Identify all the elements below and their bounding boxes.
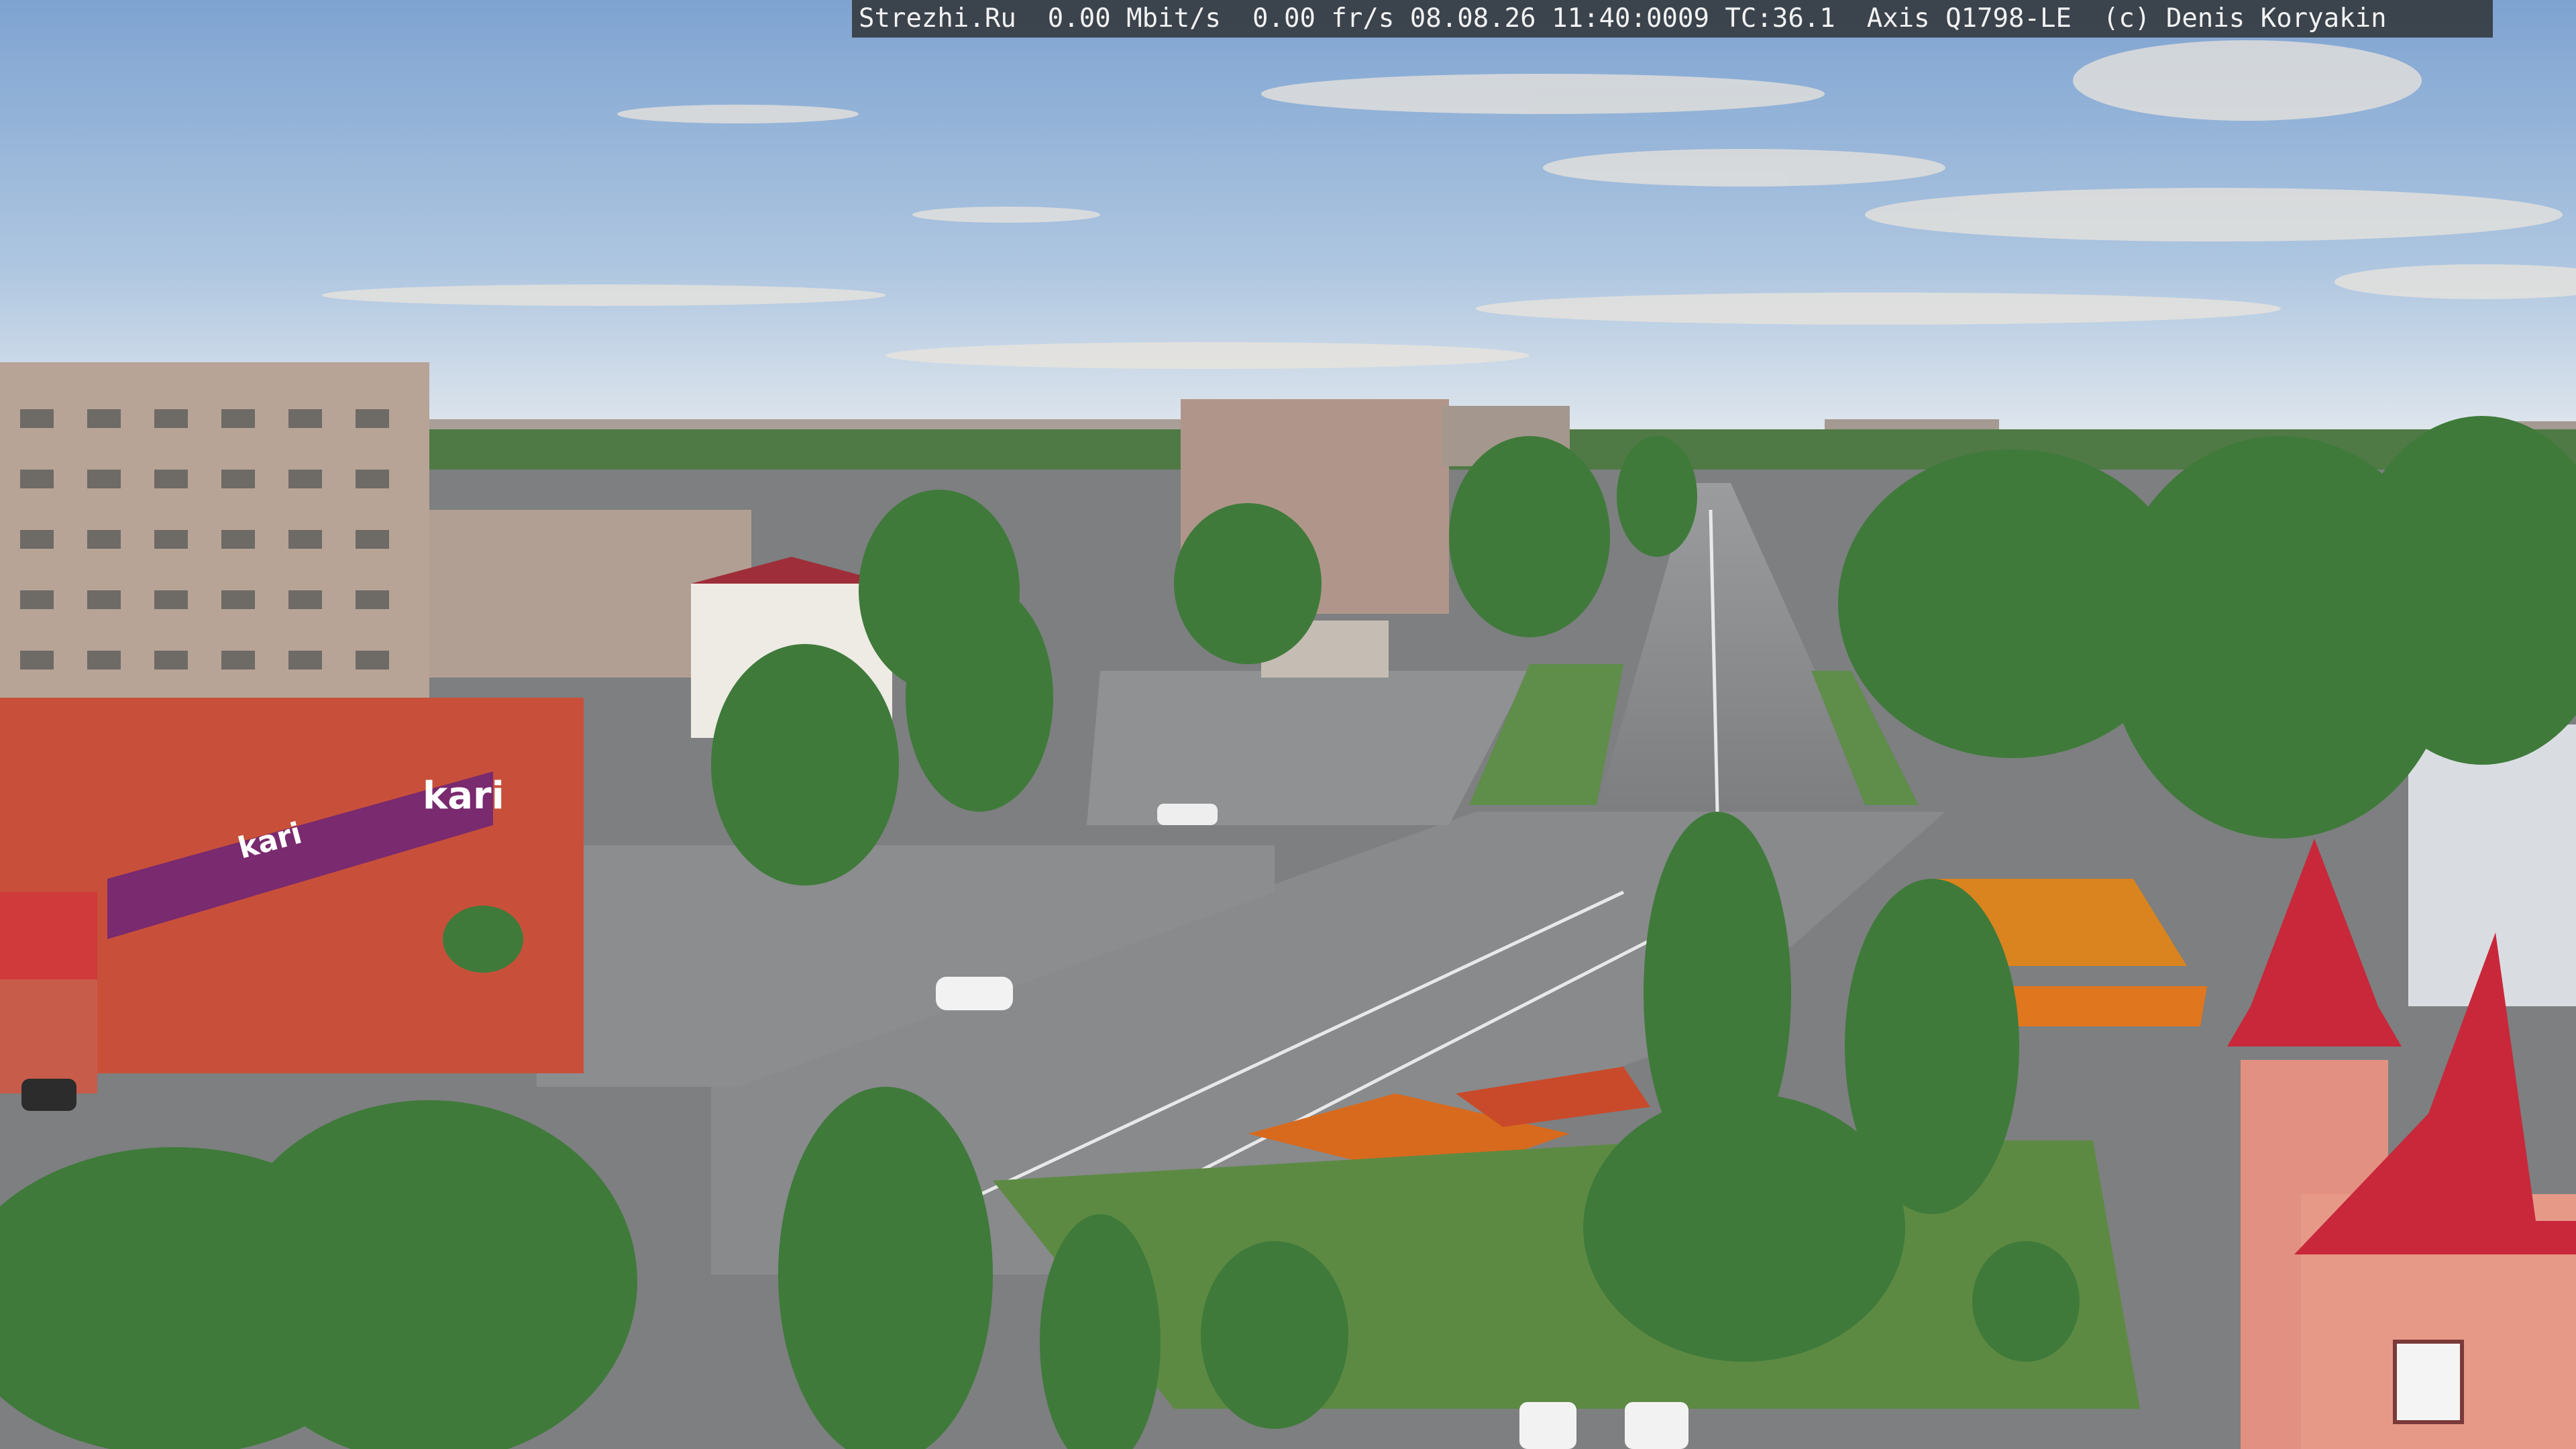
shopping-center (0, 698, 584, 1093)
camera-info-overlay: Strezhi.Ru 0.00 Mbit/s 0.00 fr/s 08.08.2… (852, 0, 2493, 38)
webcam-view: kari kari (0, 0, 2576, 1449)
store-sign-kari-main: kari (423, 774, 504, 818)
